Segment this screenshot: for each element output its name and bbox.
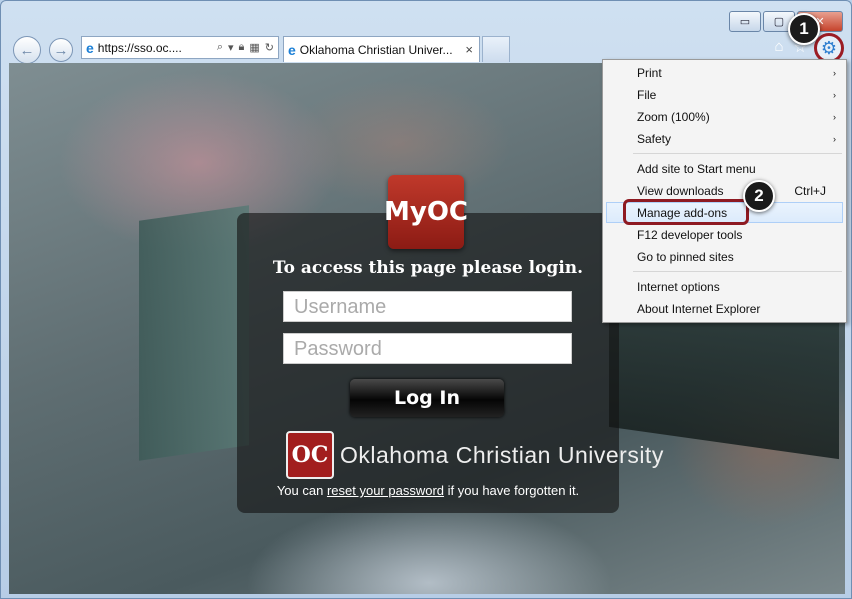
menu-separator <box>633 271 842 272</box>
ie-icon: e <box>86 39 94 56</box>
reset-password-text: You can reset your password if you have … <box>237 483 619 498</box>
new-tab-button[interactable] <box>482 36 510 62</box>
forward-icon: → <box>53 41 69 59</box>
menu-item-label: View downloads <box>637 183 724 198</box>
menu-separator <box>633 153 842 154</box>
tools-menu: Print › File › Zoom (100%) › Safety › Ad… <box>602 59 847 323</box>
menu-item-label: Add site to Start menu <box>637 161 756 176</box>
login-heading: To access this page please login. <box>272 258 584 278</box>
back-icon: ← <box>19 41 35 59</box>
refresh-icon[interactable]: ↻ <box>265 41 274 54</box>
close-tab-icon[interactable]: × <box>465 42 479 57</box>
manage-addons-highlight-ring <box>623 199 749 225</box>
chevron-right-icon: › <box>833 89 836 100</box>
username-field[interactable]: Username <box>283 291 572 322</box>
lock-icon[interactable]: 🔒︎ <box>239 41 245 54</box>
menu-item-label: F12 developer tools <box>637 227 743 242</box>
menu-item-label: Internet options <box>637 279 720 294</box>
dropdown-icon[interactable]: ▾ <box>228 41 234 54</box>
callout-step-2: 2 <box>743 180 775 212</box>
callout-step-1: 1 <box>788 13 820 45</box>
menu-item-internet-options[interactable]: Internet options <box>603 276 846 297</box>
address-bar[interactable]: e https://sso.oc.... ⌕ ▾ 🔒︎ ▦ ↻ <box>81 36 279 59</box>
forward-button[interactable]: → <box>49 38 73 62</box>
menu-item-pinned-sites[interactable]: Go to pinned sites <box>603 246 846 267</box>
address-text: https://sso.oc.... <box>97 40 182 55</box>
menu-item-about-ie[interactable]: About Internet Explorer <box>603 298 846 319</box>
back-button[interactable]: ← <box>13 36 41 64</box>
menu-item-label: Go to pinned sites <box>637 249 734 264</box>
menu-item-label: About Internet Explorer <box>637 301 761 316</box>
reset-suffix: if you have forgotten it. <box>447 483 580 498</box>
gear-icon: ⚙ <box>820 37 838 58</box>
tab-title: Oklahoma Christian Univer... <box>299 42 453 57</box>
window-controls: ▭ ▢ ✕ <box>729 11 843 32</box>
oc-badge: OC <box>286 431 334 479</box>
menu-item-print[interactable]: Print › <box>603 62 846 83</box>
university-name: Oklahoma Christian University <box>340 441 664 468</box>
home-icon[interactable]: ⌂ <box>774 38 783 56</box>
browser-window: ▭ ▢ ✕ ← → e https://sso.oc.... ⌕ ▾ 🔒︎ ▦ … <box>0 0 852 599</box>
search-icon[interactable]: ⌕ <box>217 41 223 54</box>
menu-shortcut: Ctrl+J <box>794 183 826 198</box>
menu-item-f12-tools[interactable]: F12 developer tools <box>603 224 846 245</box>
menu-item-label: Safety <box>637 131 672 146</box>
chevron-right-icon: › <box>833 111 836 122</box>
menu-item-safety[interactable]: Safety › <box>603 128 846 149</box>
menu-item-label: Print <box>637 65 662 80</box>
chevron-right-icon: › <box>833 133 836 144</box>
menu-item-zoom[interactable]: Zoom (100%) › <box>603 106 846 127</box>
address-tools: ⌕ ▾ 🔒︎ ▦ ↻ <box>217 41 278 54</box>
menu-item-label: Zoom (100%) <box>637 109 710 124</box>
password-field[interactable]: Password <box>283 333 572 364</box>
menu-item-file[interactable]: File › <box>603 84 846 105</box>
reset-password-link[interactable]: reset your password <box>327 483 444 498</box>
myoc-logo: MyOC <box>384 175 468 249</box>
background-book-left <box>139 205 249 461</box>
university-logo: OC Oklahoma Christian University <box>286 431 664 479</box>
menu-item-label: File <box>637 87 657 102</box>
chevron-right-icon: › <box>833 67 836 78</box>
ie-icon: e <box>288 41 296 58</box>
reset-prefix: You can <box>276 483 324 498</box>
tab-oklahoma-christian[interactable]: e Oklahoma Christian Univer... × <box>283 36 480 62</box>
menu-item-add-site[interactable]: Add site to Start menu <box>603 158 846 179</box>
login-button[interactable]: Log In <box>350 379 504 417</box>
menu-item-view-downloads[interactable]: View downloads Ctrl+J <box>603 180 846 201</box>
compat-icon[interactable]: ▦ <box>249 41 259 54</box>
minimize-button[interactable]: ▭ <box>729 11 761 32</box>
